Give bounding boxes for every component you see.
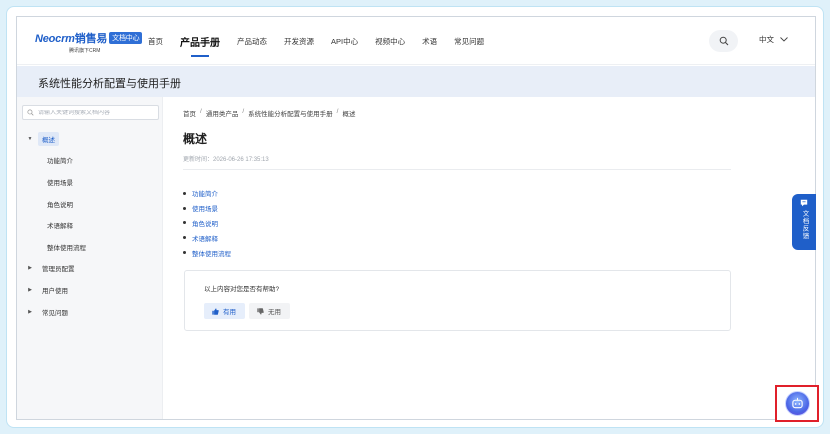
toc-item-workflow[interactable]: 整体使用流程 — [183, 245, 231, 260]
bullet-icon — [183, 251, 186, 255]
toc-item-glossary[interactable]: 术语解释 — [183, 230, 231, 245]
doc-feedback-tab[interactable]: 文档反馈 — [792, 194, 816, 250]
main-nav: 首页 产品手册 产品动态 开发资源 API中心 视频中心 术语 常见问题 — [148, 17, 501, 65]
nav-item-product-manual[interactable]: 产品手册 — [180, 34, 220, 57]
ai-assistant-button[interactable] — [784, 391, 810, 416]
nav-item-api-center[interactable]: API中心 — [331, 36, 358, 47]
nav-item-glossary[interactable]: 术语 — [422, 36, 437, 47]
breadcrumb-separator: / — [200, 108, 202, 115]
updated-time: 更新时间：2026-06-26 17:35:13 — [183, 157, 269, 163]
breadcrumb-current: 概述 — [342, 111, 356, 118]
tree-item-label: 管理员配置 — [42, 266, 75, 274]
sidebar: ▼ 概述 功能简介 使用场景 角色说明 术语解释 整体使用流程 — [17, 97, 163, 419]
doc-feedback-label: 文档反馈 — [801, 210, 808, 240]
bullet-icon — [183, 236, 186, 240]
tree-item-label: 概述 — [38, 131, 59, 146]
tree-item-label: 常见问题 — [42, 309, 68, 317]
breadcrumb: 首页 / 通用类产品 / 系统性能分析配置与使用手册 / 概述 — [183, 108, 355, 118]
nav-item-product-updates[interactable]: 产品动态 — [237, 36, 267, 47]
toc-link: 术语解释 — [192, 235, 218, 243]
nav-item-video-center[interactable]: 视频中心 — [375, 36, 405, 47]
language-label: 中文 — [759, 35, 774, 44]
language-switcher[interactable]: 中文 — [759, 34, 788, 45]
browser-viewport: Neocrm销售易 文档中心 腾讯旗下CRM 首页 产品手册 产品动态 开发资源 … — [16, 16, 816, 420]
sidebar-search-input[interactable] — [38, 109, 158, 116]
tree-item-label: 使用场景 — [47, 179, 73, 187]
thumbs-up-icon — [212, 307, 219, 315]
helpful-yes-button[interactable]: 有用 — [204, 303, 245, 319]
helpful-feedback-card: 以上内容对您是否有帮助? 有用 无用 — [184, 270, 731, 331]
message-icon — [800, 199, 808, 207]
toc-list: 功能简介 使用场景 角色说明 术语解释 整体使用流程 — [183, 186, 231, 260]
robot-icon — [791, 397, 803, 409]
toc-link: 使用场景 — [192, 206, 218, 214]
bullet-icon — [183, 206, 186, 210]
tree-item-label: 整体使用流程 — [47, 244, 86, 252]
caret-right-icon: ▶ — [28, 265, 32, 272]
breadcrumb-separator: / — [336, 108, 339, 115]
thumbs-down-icon — [257, 307, 264, 315]
caret-right-icon: ▶ — [28, 286, 32, 293]
breadcrumb-home[interactable]: 首页 — [183, 108, 196, 118]
bullet-icon — [183, 221, 186, 225]
breadcrumb-manual[interactable]: 系统性能分析配置与使用手册 — [248, 108, 333, 118]
caret-down-icon: ▼ — [27, 135, 33, 142]
tree-item-label: 术语解释 — [47, 223, 73, 231]
tree-item-roles[interactable]: 角色说明 — [17, 193, 163, 215]
helpful-no-label: 无用 — [268, 309, 281, 316]
logo-subtitle: 腾讯旗下CRM — [69, 48, 101, 54]
tree-item-glossary[interactable]: 术语解释 — [17, 214, 163, 236]
tree-item-faq[interactable]: ▶ 常见问题 — [17, 301, 163, 323]
tree-item-label: 角色说明 — [47, 201, 73, 209]
chevron-down-icon — [780, 37, 788, 42]
site-logo[interactable]: Neocrm销售易 文档中心 腾讯旗下CRM — [35, 30, 143, 54]
header-search-button[interactable] — [709, 30, 738, 52]
manual-title: 系统性能分析配置与使用手册 — [38, 78, 181, 90]
search-icon — [27, 109, 34, 116]
nav-item-home[interactable]: 首页 — [148, 36, 163, 47]
top-navigation: Neocrm销售易 文档中心 腾讯旗下CRM 首页 产品手册 产品动态 开发资源 … — [17, 17, 815, 65]
helpful-no-button[interactable]: 无用 — [249, 303, 290, 319]
tree-item-label: 功能简介 — [47, 158, 73, 166]
helpful-yes-label: 有用 — [223, 309, 236, 316]
search-icon — [719, 36, 728, 46]
toc-item-use-cases[interactable]: 使用场景 — [183, 201, 231, 216]
tree-item-admin-config[interactable]: ▶ 管理员配置 — [17, 258, 163, 280]
tree-item-feature-intro[interactable]: 功能简介 — [17, 150, 163, 172]
divider — [183, 169, 731, 170]
doc-tree: ▼ 概述 功能简介 使用场景 角色说明 术语解释 整体使用流程 ▶ 管理员配置 … — [17, 128, 163, 322]
manual-title-band: 系统性能分析配置与使用手册 — [17, 66, 815, 97]
bullet-icon — [183, 191, 186, 195]
tree-item-label: 用户使用 — [42, 287, 68, 295]
screen-frame: Neocrm销售易 文档中心 腾讯旗下CRM 首页 产品手册 产品动态 开发资源 … — [6, 6, 824, 428]
tree-item-user-usage[interactable]: ▶ 用户使用 — [17, 279, 163, 301]
toc-item-roles[interactable]: 角色说明 — [183, 216, 231, 231]
main-content: 首页 / 通用类产品 / 系统性能分析配置与使用手册 / 概述 概述 更新时间：… — [164, 97, 815, 419]
assistant-highlight — [775, 385, 819, 422]
toc-item-feature-intro[interactable]: 功能简介 — [183, 186, 231, 201]
caret-right-icon: ▶ — [28, 308, 32, 315]
tree-item-use-cases[interactable]: 使用场景 — [17, 171, 163, 193]
tree-item-overview[interactable]: ▼ 概述 — [17, 128, 163, 150]
nav-item-dev-resources[interactable]: 开发资源 — [284, 36, 314, 47]
tree-item-workflow[interactable]: 整体使用流程 — [17, 236, 163, 258]
sidebar-search — [22, 105, 159, 120]
toc-link: 整体使用流程 — [192, 250, 231, 258]
toc-link: 功能简介 — [192, 191, 218, 199]
breadcrumb-category[interactable]: 通用类产品 — [206, 108, 239, 118]
logo-badge: 文档中心 — [109, 32, 143, 44]
feedback-question: 以上内容对您是否有帮助? — [204, 286, 280, 293]
nav-item-faq[interactable]: 常见问题 — [454, 36, 484, 47]
breadcrumb-separator: / — [242, 108, 245, 115]
logo-brand: Neocrm销售易 文档中心 — [35, 30, 143, 46]
toc-link: 角色说明 — [192, 220, 218, 228]
page-title: 概述 — [183, 132, 208, 146]
